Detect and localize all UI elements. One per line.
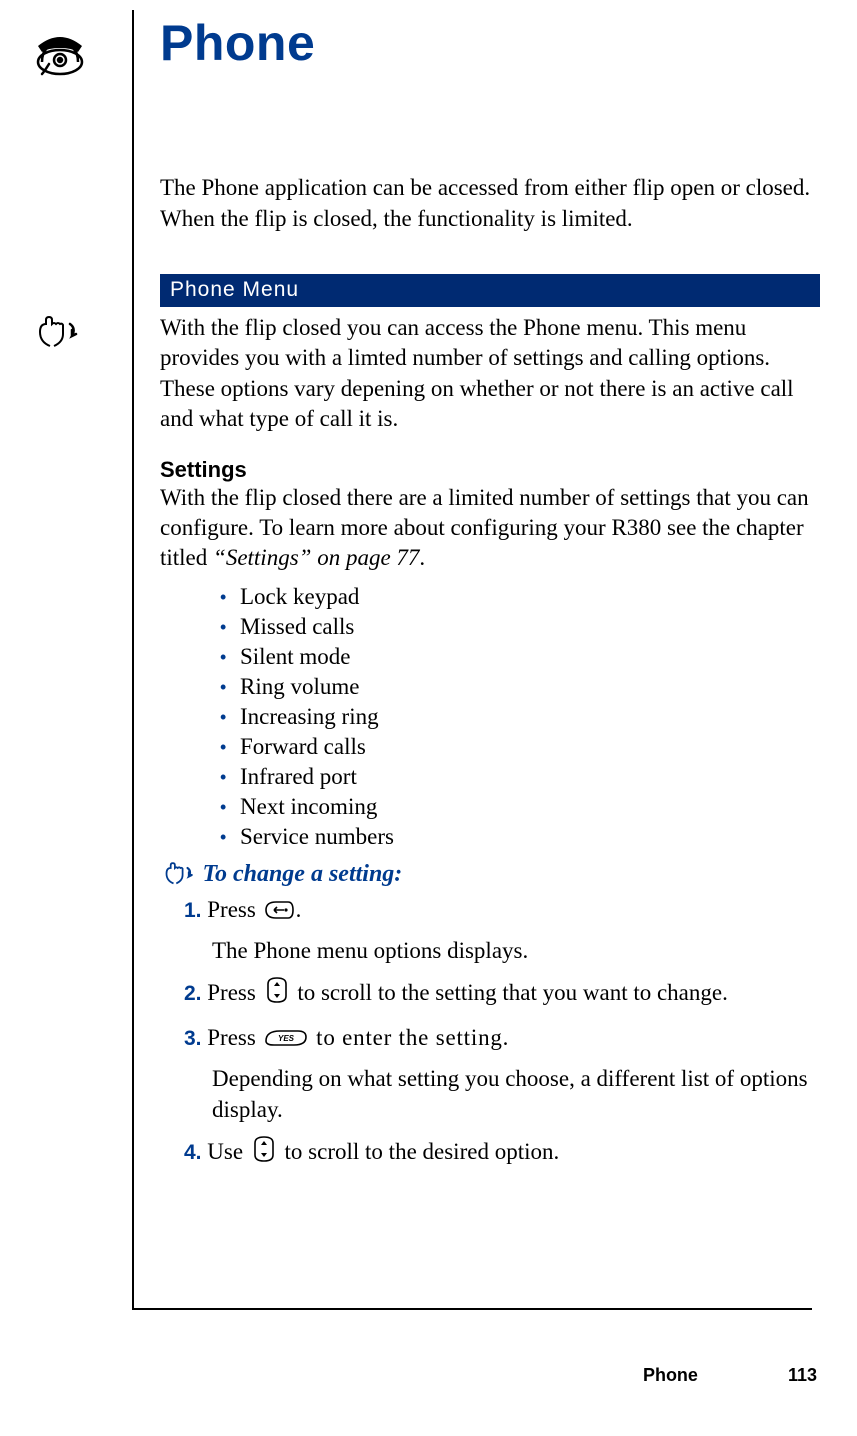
bullet-icon: • — [220, 767, 240, 788]
procedure-title-text: To change a setting: — [203, 861, 403, 887]
bullet-icon: • — [220, 707, 240, 728]
step-number: 4. — [184, 1141, 202, 1164]
procedure-title: To change a setting: — [160, 860, 820, 890]
list-item: •Increasing ring — [220, 704, 820, 730]
step-text: Press — [207, 897, 261, 922]
step-item: 2. Press to scroll to the setting that y… — [184, 976, 820, 1012]
procedure-steps: 1. Press . The Phone menu options displa… — [160, 894, 820, 1171]
list-item-label: Service numbers — [240, 824, 394, 849]
list-item: •Service numbers — [220, 824, 820, 850]
bullet-icon: • — [220, 677, 240, 698]
back-key-icon — [264, 898, 294, 929]
bullet-icon: • — [220, 617, 240, 638]
footer-page-number: 113 — [788, 1365, 817, 1385]
page-footer: Phone 113 — [643, 1365, 817, 1386]
step-item: 4. Use to scroll to the desired option. — [184, 1135, 820, 1171]
bullet-icon: • — [220, 587, 240, 608]
step-number: 1. — [184, 899, 202, 922]
hand-back-icon — [160, 860, 201, 889]
yes-key-icon: YES — [264, 1026, 308, 1057]
step-text: to scroll to the desired option. — [279, 1139, 559, 1164]
list-item-label: Silent mode — [240, 644, 351, 669]
step-text: . — [296, 897, 302, 922]
step-item: 3. Press YES to enter the setting. Depen… — [184, 1022, 820, 1125]
hand-back-icon — [32, 314, 122, 360]
list-item-label: Next incoming — [240, 794, 377, 819]
settings-intro-b: . — [419, 545, 425, 570]
step-text: Press — [207, 1025, 261, 1050]
settings-intro: With the flip closed there are a limited… — [160, 483, 820, 574]
list-item: •Missed calls — [220, 614, 820, 640]
page-title: Phone — [160, 14, 820, 72]
intro-paragraph: The Phone application can be accessed fr… — [160, 172, 820, 234]
main-content: Phone The Phone application can be acces… — [160, 14, 820, 1181]
footer-section-name: Phone — [643, 1365, 698, 1385]
step-item: 1. Press . The Phone menu options displa… — [184, 894, 820, 966]
bullet-icon: • — [220, 797, 240, 818]
scroll-key-icon — [264, 976, 290, 1012]
bullet-icon: • — [220, 647, 240, 668]
section-heading-bar: Phone Menu — [160, 274, 820, 307]
left-column-rule — [132, 10, 134, 1310]
list-item: •Forward calls — [220, 734, 820, 760]
step-number: 3. — [184, 1027, 202, 1050]
list-item: •Silent mode — [220, 644, 820, 670]
list-item-label: Forward calls — [240, 734, 366, 759]
settings-cross-reference: “Settings” on page 77 — [213, 545, 419, 570]
bullet-icon: • — [220, 827, 240, 848]
step-text: to enter the setting. — [310, 1025, 510, 1050]
list-item-label: Infrared port — [240, 764, 357, 789]
margin-icons — [32, 22, 122, 360]
svg-text:YES: YES — [278, 1034, 295, 1043]
settings-list: •Lock keypad •Missed calls •Silent mode … — [160, 584, 820, 850]
step-subtext: Depending on what setting you choose, a … — [212, 1063, 820, 1125]
list-item-label: Increasing ring — [240, 704, 379, 729]
phone-icon — [32, 22, 122, 84]
step-text: to scroll to the setting that you want t… — [292, 980, 728, 1005]
list-item: •Lock keypad — [220, 584, 820, 610]
list-item: •Next incoming — [220, 794, 820, 820]
section-paragraph: With the flip closed you can access the … — [160, 313, 820, 434]
settings-heading: Settings — [160, 457, 820, 483]
list-item-label: Missed calls — [240, 614, 354, 639]
step-subtext: The Phone menu options displays. — [212, 935, 820, 966]
list-item-label: Ring volume — [240, 674, 359, 699]
step-text: Press — [207, 980, 261, 1005]
list-item: •Infrared port — [220, 764, 820, 790]
step-text: Use — [207, 1139, 249, 1164]
list-item-label: Lock keypad — [240, 584, 359, 609]
scroll-key-icon — [251, 1135, 277, 1171]
bottom-column-rule — [132, 1308, 812, 1310]
bullet-icon: • — [220, 737, 240, 758]
step-number: 2. — [184, 982, 202, 1005]
list-item: •Ring volume — [220, 674, 820, 700]
